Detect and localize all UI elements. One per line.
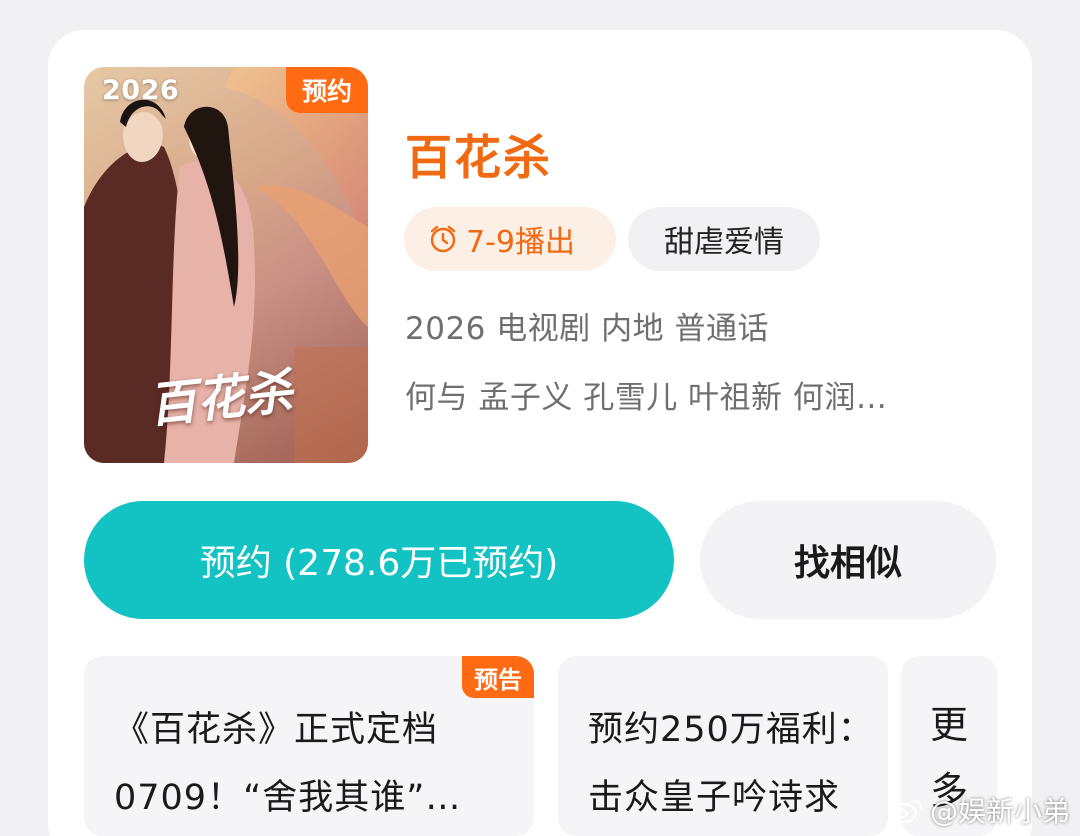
alarm-clock-icon <box>430 225 456 253</box>
genre-tag[interactable]: 甜虐爱情 <box>628 207 820 271</box>
watermark-text: @娱新小弟 <box>930 795 1071 828</box>
reserve-badge: 预约 <box>285 67 368 113</box>
show-cast[interactable]: 何与 孟子义 孔雪儿 叶祖新 何润… <box>405 372 887 417</box>
trailer-badge: 预告 <box>462 656 534 698</box>
poster-year-label: 2026 <box>102 75 180 106</box>
air-date-label: 7-9播出 <box>466 225 575 260</box>
watermark: @娱新小弟 <box>888 790 1070 830</box>
show-title[interactable]: 百花杀 <box>405 119 552 188</box>
news-line: 0709！“舍我其谁”… <box>114 778 462 818</box>
reserve-button[interactable]: 预约 (278.6万已预约) <box>84 501 674 619</box>
reserve-button-label: 预约 (278.6万已预约) <box>199 543 559 584</box>
news-card[interactable]: 预约250万福利： 击众皇子吟诗求 <box>558 656 888 836</box>
more-label: 更 <box>929 703 968 747</box>
poster-logo-text: 百花杀 <box>145 363 296 435</box>
find-similar-label: 找相似 <box>793 543 902 584</box>
news-line: 预约250万福利： <box>588 710 874 750</box>
news-card[interactable]: 预告 《百花杀》正式定档 0709！“舍我其谁”… <box>84 656 534 836</box>
news-line: 击众皇子吟诗求 <box>588 778 841 818</box>
news-line: 《百花杀》正式定档 <box>114 710 439 750</box>
air-date-tag: 7-9播出 <box>404 207 616 271</box>
genre-label: 甜虐爱情 <box>664 225 784 260</box>
weibo-icon <box>888 799 923 824</box>
poster-image[interactable]: 2026 预约 百花杀 <box>84 67 368 463</box>
show-meta: 2026 电视剧 内地 普通话 <box>405 311 769 347</box>
find-similar-button[interactable]: 找相似 <box>700 501 996 619</box>
